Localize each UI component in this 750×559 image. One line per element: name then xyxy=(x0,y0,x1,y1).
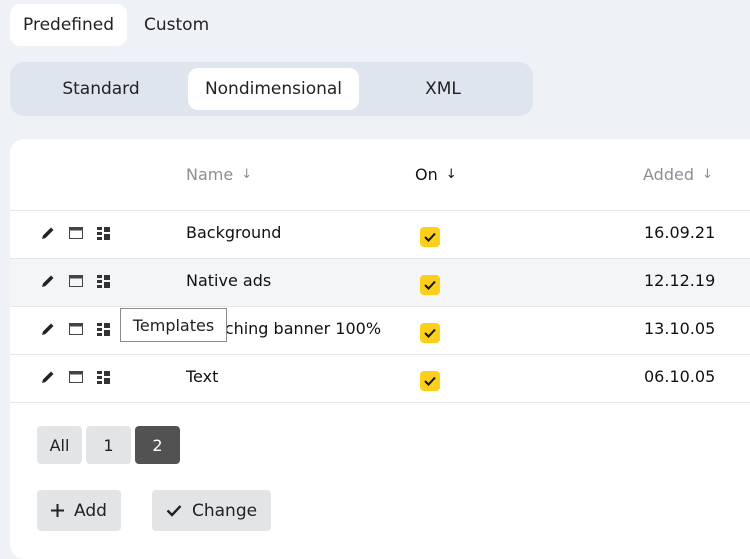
preview-window-icon[interactable] xyxy=(68,273,84,289)
add-button[interactable]: Add xyxy=(37,490,121,531)
segment-xml[interactable]: XML xyxy=(359,68,527,110)
column-name-label: Name xyxy=(186,165,234,184)
row-on-checkbox[interactable] xyxy=(420,371,440,391)
edit-pencil-icon[interactable] xyxy=(40,369,56,385)
row-added-date: 06.10.05 xyxy=(644,367,716,386)
row-name: Native ads xyxy=(186,271,272,290)
column-added-label: Added xyxy=(643,165,694,184)
page-2-button[interactable]: 2 xyxy=(135,426,180,464)
edit-pencil-icon[interactable] xyxy=(40,225,56,241)
templates-card: Name ↓ On ↓ Added ↓ Background 16.09.21 … xyxy=(10,139,750,559)
row-actions xyxy=(40,321,112,337)
row-added-date: 13.10.05 xyxy=(644,319,716,338)
row-name: Text xyxy=(186,367,219,386)
check-icon xyxy=(424,280,436,290)
templates-grid-icon[interactable] xyxy=(96,273,112,289)
row-name: Background xyxy=(186,223,282,242)
pagination: All 1 2 xyxy=(37,426,180,464)
row-actions xyxy=(40,273,112,289)
edit-pencil-icon[interactable] xyxy=(40,321,56,337)
row-on-checkbox[interactable] xyxy=(420,275,440,295)
column-header-added[interactable]: Added ↓ xyxy=(643,165,713,184)
row-on-checkbox[interactable] xyxy=(420,227,440,247)
templates-grid-icon[interactable] xyxy=(96,225,112,241)
tab-predefined[interactable]: Predefined xyxy=(10,4,128,46)
preview-window-icon[interactable] xyxy=(68,225,84,241)
column-header-on[interactable]: On ↓ xyxy=(415,165,457,184)
templates-grid-icon[interactable] xyxy=(96,369,112,385)
page-1-button[interactable]: 1 xyxy=(86,426,131,464)
row-actions xyxy=(40,225,112,241)
top-tabs: Predefined Custom xyxy=(10,4,222,46)
check-icon xyxy=(424,232,436,242)
table-row: Native ads 12.12.19 xyxy=(10,259,750,307)
segment-nondimensional[interactable]: Nondimensional xyxy=(188,68,359,110)
sort-arrow-icon: ↓ xyxy=(241,167,253,182)
row-added-date: 12.12.19 xyxy=(644,271,716,290)
templates-grid-icon[interactable] xyxy=(96,321,112,337)
sort-arrow-icon: ↓ xyxy=(445,167,457,182)
edit-pencil-icon[interactable] xyxy=(40,273,56,289)
row-actions xyxy=(40,369,112,385)
segmented-control: Standard Nondimensional XML xyxy=(10,62,533,116)
add-label: Add xyxy=(74,500,107,521)
page-all-button[interactable]: All xyxy=(37,426,82,464)
tab-custom[interactable]: Custom xyxy=(131,4,222,46)
table-header: Name ↓ On ↓ Added ↓ xyxy=(10,139,750,211)
check-icon xyxy=(424,376,436,386)
check-icon xyxy=(166,505,182,517)
row-added-date: 16.09.21 xyxy=(644,223,716,242)
table-row: Text 06.10.05 xyxy=(10,355,750,403)
table-row: Background 16.09.21 xyxy=(10,211,750,259)
column-header-name[interactable]: Name ↓ xyxy=(186,165,252,184)
sort-arrow-icon: ↓ xyxy=(701,167,713,182)
plus-icon xyxy=(51,504,64,517)
preview-window-icon[interactable] xyxy=(68,369,84,385)
column-on-label: On xyxy=(415,165,438,184)
preview-window-icon[interactable] xyxy=(68,321,84,337)
templates-tooltip: Templates xyxy=(120,308,227,342)
segment-standard[interactable]: Standard xyxy=(18,68,184,110)
row-on-checkbox[interactable] xyxy=(420,323,440,343)
check-icon xyxy=(424,328,436,338)
change-button[interactable]: Change xyxy=(152,490,272,531)
change-label: Change xyxy=(192,500,258,521)
